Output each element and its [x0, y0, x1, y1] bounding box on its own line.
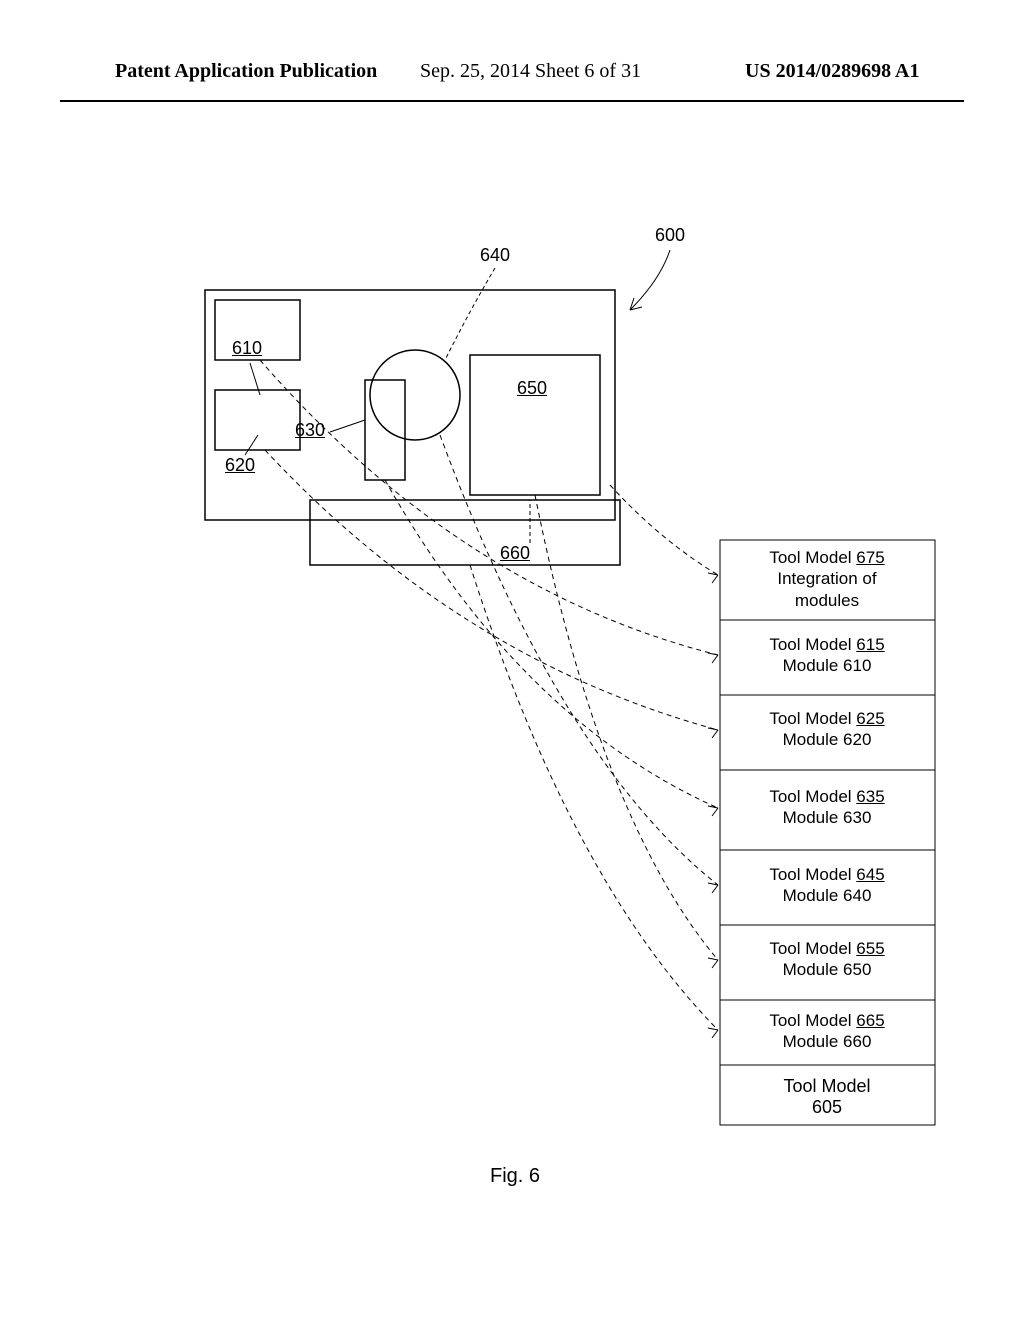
leader-630 [330, 420, 365, 432]
tm-entry-655: Tool Model 655 Module 650 [727, 938, 927, 981]
box-630 [365, 380, 405, 480]
tm-entry-665: Tool Model 665 Module 660 [727, 1010, 927, 1053]
label-630: 630 [295, 420, 325, 441]
box-600 [205, 290, 615, 520]
tm-title-605: Tool Model 605 [727, 1076, 927, 1118]
box-650 [470, 355, 600, 495]
label-620: 620 [225, 455, 255, 476]
patent-figure-page: Patent Application Publication Sep. 25, … [0, 0, 1024, 1320]
box-620 [215, 390, 300, 450]
tm-entry-675: Tool Model 675 Integration of modules [727, 547, 927, 611]
conn-600-675 [610, 485, 718, 575]
tm-entry-615: Tool Model 615 Module 610 [727, 634, 927, 677]
tm-entry-625: Tool Model 625 Module 620 [727, 708, 927, 751]
conn-660-665 [470, 565, 718, 1030]
label-640: 640 [480, 245, 510, 266]
tm-entry-645: Tool Model 645 Module 640 [727, 864, 927, 907]
circle-640 [370, 350, 460, 440]
conn-610-615 [260, 360, 718, 655]
label-660: 660 [500, 543, 530, 564]
leader-640 [445, 268, 495, 360]
conn-640-645 [440, 435, 718, 885]
leader-600 [630, 250, 670, 310]
conn-630-635 [385, 480, 718, 808]
leader-620 [245, 435, 258, 455]
label-650: 650 [517, 378, 547, 399]
label-610: 610 [232, 338, 262, 359]
tm-entry-635: Tool Model 635 Module 630 [727, 786, 927, 829]
box-660 [310, 500, 620, 565]
figure-caption: Fig. 6 [490, 1165, 540, 1188]
conn-620-625 [265, 450, 718, 730]
label-600: 600 [655, 225, 685, 246]
